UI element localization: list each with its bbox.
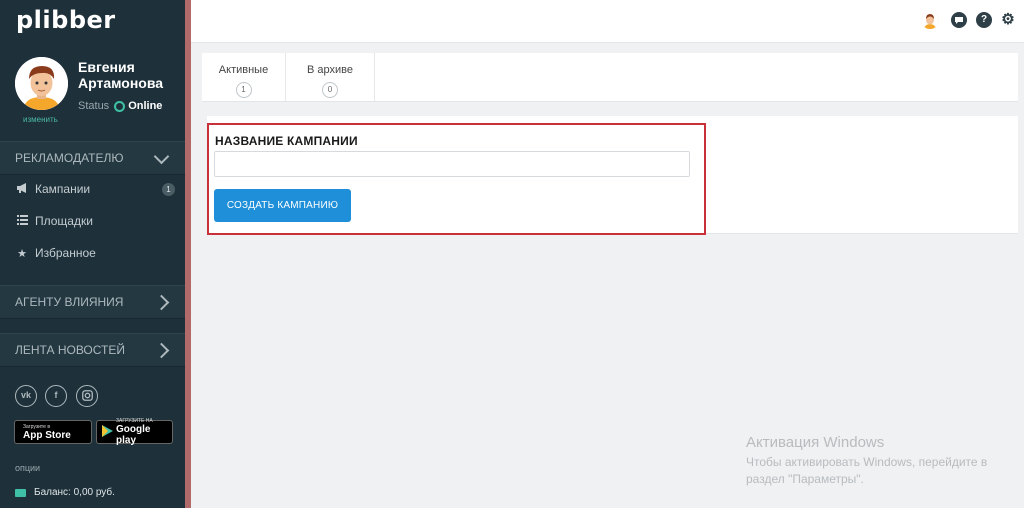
- status-value: Online: [128, 100, 163, 112]
- app-store-big: App Store: [23, 429, 71, 441]
- chevron-right-icon: [153, 294, 170, 310]
- watermark-text: Чтобы активировать Windows, перейдите в …: [746, 455, 988, 486]
- user-avatar-icon[interactable]: [921, 11, 939, 29]
- status-label: Status: [78, 100, 110, 112]
- section-advertiser-label: РЕКЛАМОДАТЕЛЮ: [15, 151, 124, 165]
- list-icon: [15, 214, 29, 228]
- tab-archive[interactable]: В архиве 0: [286, 53, 375, 101]
- sidebar-item-label: Кампании: [35, 182, 91, 196]
- megaphone-icon: [15, 182, 29, 196]
- google-play-text: ЗАГРУЗИТЕ НА Google play: [116, 418, 172, 446]
- instagram-icon[interactable]: [76, 385, 98, 407]
- sidebar-divider: [185, 0, 191, 508]
- balance-row[interactable]: Баланс: 0,00 руб.: [15, 487, 115, 498]
- options-label: опции: [15, 463, 41, 473]
- online-indicator-icon: [114, 100, 126, 112]
- windows-activation-watermark: Активация Windows Чтобы активировать Win…: [746, 434, 1006, 488]
- chat-icon[interactable]: [951, 12, 967, 28]
- campaign-name-label: НАЗВАНИЕ КАМПАНИИ: [215, 134, 358, 148]
- chevron-right-icon: [153, 342, 170, 358]
- campaigns-count-badge: 1: [162, 182, 175, 196]
- status-row: Status Online: [78, 100, 162, 112]
- facebook-icon[interactable]: f: [45, 385, 67, 407]
- sidebar: plibber изменить Евгения Артамонова Stat…: [0, 0, 185, 508]
- sidebar-item-platforms[interactable]: Площадки: [0, 209, 185, 233]
- app-store-text: Загрузите в App Store: [23, 424, 71, 441]
- balance-text: Баланс: 0,00 руб.: [34, 487, 115, 498]
- tab-active-label: Активные: [218, 64, 269, 76]
- help-icon[interactable]: ?: [976, 12, 992, 28]
- avatar-image: [15, 57, 68, 110]
- section-news-label: ЛЕНТА НОВОСТЕЙ: [15, 343, 125, 357]
- tab-archive-label: В архиве: [307, 64, 353, 76]
- wallet-icon: [15, 488, 26, 497]
- sidebar-item-label: Избранное: [35, 246, 96, 260]
- google-play-big: Google play: [116, 424, 151, 446]
- section-advertiser[interactable]: РЕКЛАМОДАТЕЛЮ: [0, 141, 185, 175]
- user-name: Евгения Артамонова: [78, 59, 164, 91]
- change-avatar-link[interactable]: изменить: [23, 115, 58, 124]
- avatar[interactable]: [15, 57, 68, 110]
- section-news-feed[interactable]: ЛЕНТА НОВОСТЕЙ: [0, 333, 185, 367]
- google-play-icon: [102, 424, 113, 440]
- vk-icon[interactable]: vk: [15, 385, 37, 407]
- settings-icon[interactable]: ⚙: [1000, 12, 1016, 28]
- tab-archive-count: 0: [322, 82, 338, 98]
- tab-active[interactable]: Активные 1: [202, 53, 286, 101]
- sidebar-item-label: Площадки: [35, 214, 93, 228]
- top-bar: [191, 0, 1024, 43]
- app-store-button[interactable]: Загрузите в App Store: [14, 420, 92, 444]
- create-campaign-button[interactable]: СОЗДАТЬ КАМПАНИЮ: [214, 189, 351, 222]
- watermark-title: Активация Windows: [746, 434, 885, 451]
- chevron-down-icon: [153, 148, 170, 164]
- section-influencer[interactable]: АГЕНТУ ВЛИЯНИЯ: [0, 285, 185, 319]
- tab-active-count: 1: [235, 82, 252, 98]
- campaign-name-input[interactable]: [214, 151, 690, 177]
- campaign-tabs: Активные 1 В архиве 0: [202, 53, 1018, 102]
- sidebar-item-favorites[interactable]: ★ Избранное: [0, 241, 185, 265]
- section-influencer-label: АГЕНТУ ВЛИЯНИЯ: [15, 295, 124, 309]
- logo[interactable]: plibber: [16, 6, 116, 34]
- sidebar-item-campaigns[interactable]: Кампании 1: [0, 177, 185, 201]
- star-icon: ★: [17, 247, 27, 260]
- google-play-button[interactable]: ЗАГРУЗИТЕ НА Google play: [96, 418, 173, 446]
